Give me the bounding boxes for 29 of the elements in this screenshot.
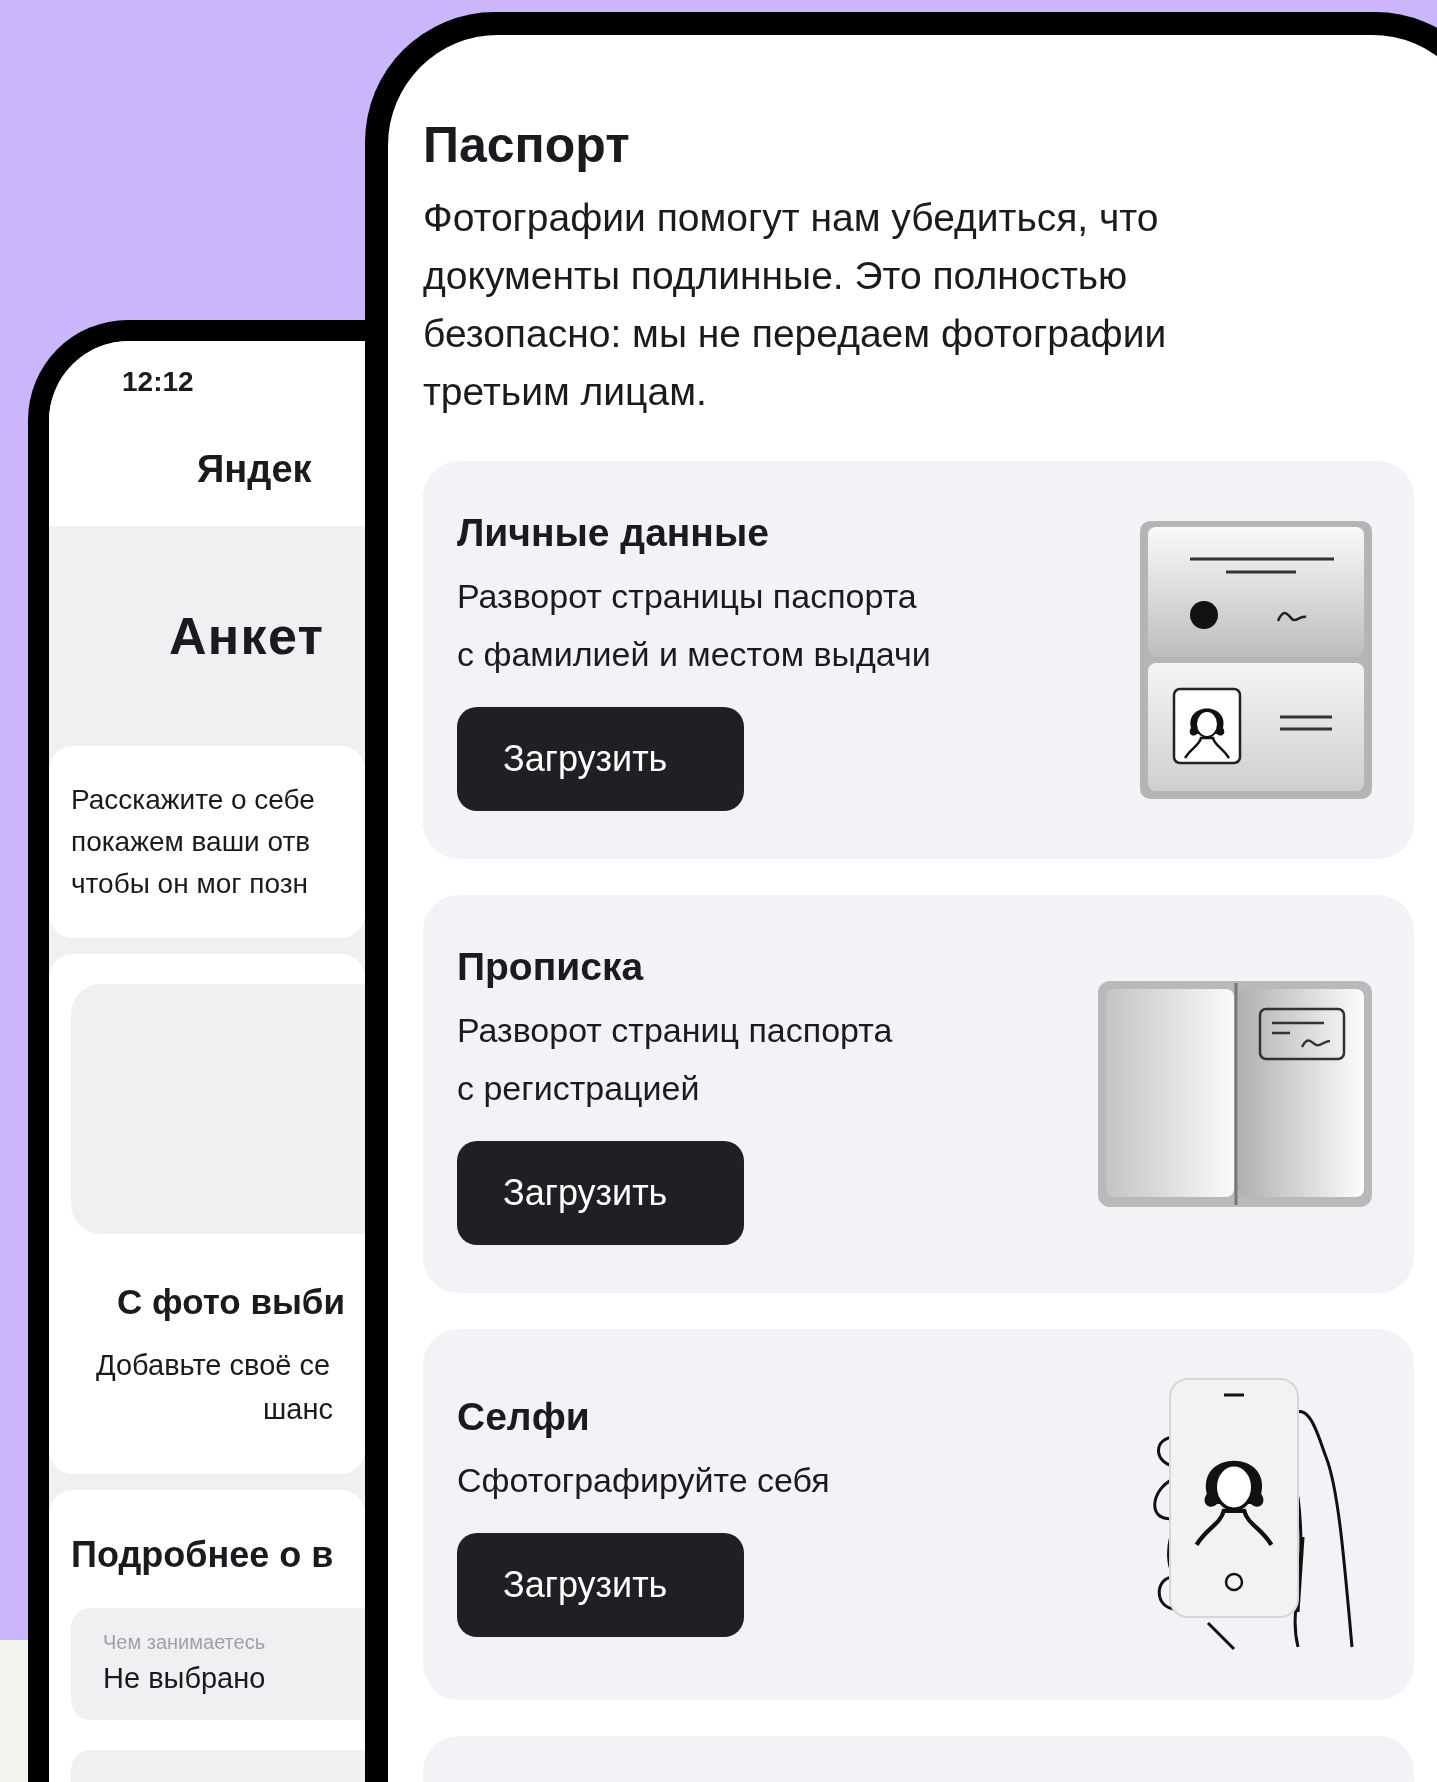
upload-button[interactable]: Загрузить bbox=[457, 1532, 744, 1637]
photo-text: Добавьте своё се bbox=[96, 1347, 332, 1383]
field-value: Не выбрано bbox=[103, 1661, 267, 1697]
passport-description: Фотографии помогут нам убедиться, что bbox=[423, 195, 1160, 241]
upload-button[interactable]: Загрузить bbox=[457, 707, 744, 811]
passport-title: Паспорт bbox=[423, 116, 631, 175]
card-description: Разворот страниц паспорта bbox=[457, 1010, 893, 1051]
card-title: Личные данные bbox=[457, 510, 770, 556]
intro-text: чтобы он мог позн bbox=[71, 867, 309, 901]
card-description: с регистрацией bbox=[457, 1068, 701, 1109]
upload-button[interactable]: Загрузить bbox=[457, 1141, 744, 1245]
form-heading: Анкет bbox=[169, 606, 325, 667]
intro-text: покажем ваши отв bbox=[71, 825, 312, 859]
field-label: Чем занимаетесь bbox=[103, 1630, 267, 1656]
passport-description: безопасно: мы не передаем фотографии bbox=[423, 311, 1168, 357]
photo-text: шанс bbox=[263, 1391, 334, 1427]
card-title: Прописка bbox=[457, 944, 645, 990]
passport-description: третьим лицам. bbox=[423, 369, 708, 415]
status-time: 12:12 bbox=[122, 365, 195, 399]
occupation-field[interactable]: Чем занимаетесь Не выбрано bbox=[71, 1608, 365, 1720]
photo-title: С фото выби bbox=[117, 1281, 346, 1323]
card-description: с фамилией и местом выдачи bbox=[457, 634, 931, 675]
card-title: Селфи bbox=[457, 1393, 591, 1440]
app-title: Яндек bbox=[197, 447, 313, 492]
card-description: Сфотографируйте себя bbox=[457, 1459, 830, 1501]
card-description: Разворот страницы паспорта bbox=[457, 576, 918, 617]
details-title: Подробнее о в bbox=[71, 1533, 335, 1577]
intro-text: Расскажите о себе bbox=[71, 783, 316, 817]
passport-description: документы подлинные. Это полностью bbox=[423, 253, 1129, 299]
